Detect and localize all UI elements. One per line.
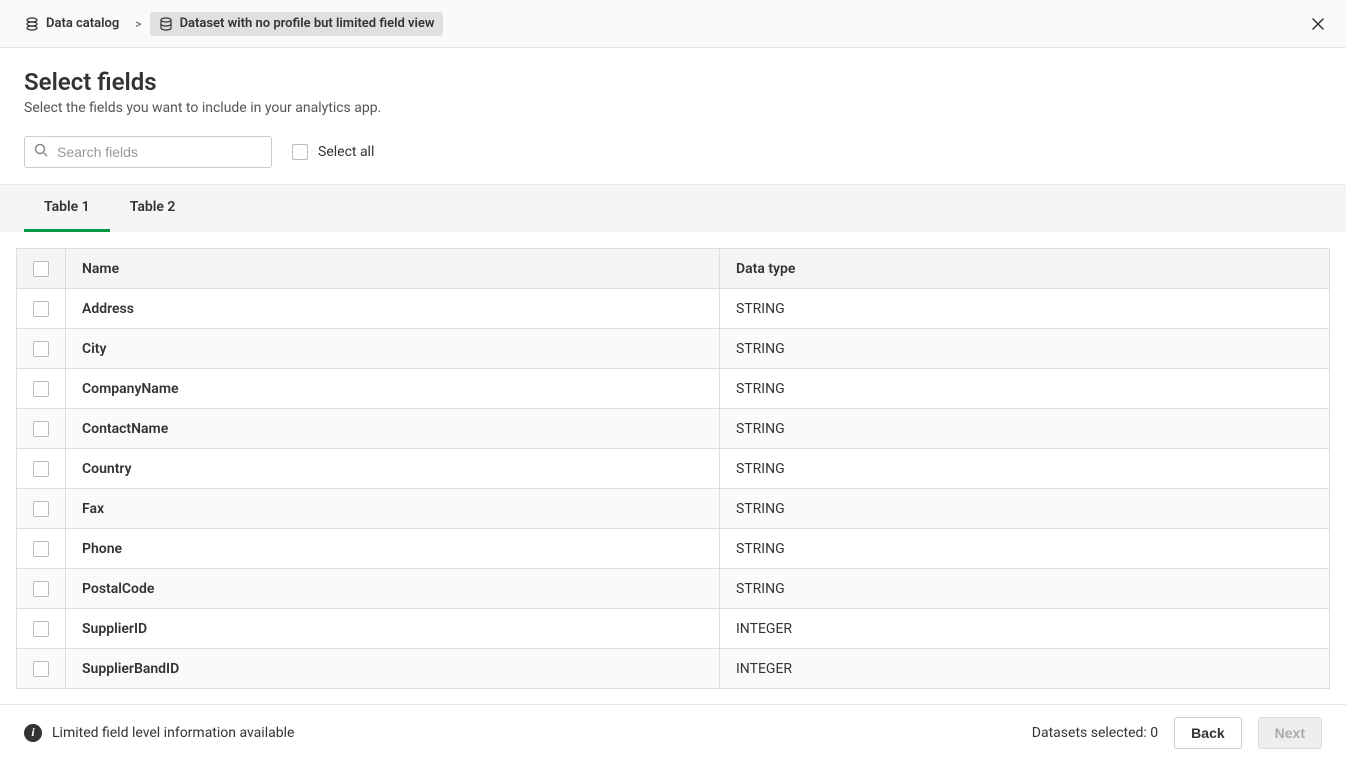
search-icon	[33, 142, 49, 162]
next-button: Next	[1258, 717, 1322, 749]
field-name: SupplierBandID	[66, 649, 720, 689]
info-message: i Limited field level information availa…	[24, 724, 294, 742]
search-input-container[interactable]	[24, 136, 272, 168]
database-icon	[158, 16, 174, 32]
breadcrumb-current[interactable]: Dataset with no profile but limited fiel…	[150, 12, 443, 36]
row-checkbox-cell	[17, 529, 66, 569]
field-datatype: STRING	[720, 449, 1330, 489]
row-checkbox-cell	[17, 489, 66, 529]
back-button[interactable]: Back	[1174, 717, 1241, 749]
field-name: City	[66, 329, 720, 369]
tab-table-2[interactable]: Table 2	[110, 185, 196, 232]
header-checkbox[interactable]	[33, 261, 49, 277]
table-row: AddressSTRING	[17, 289, 1330, 329]
field-datatype: INTEGER	[720, 609, 1330, 649]
table-row: CitySTRING	[17, 329, 1330, 369]
select-all-control[interactable]: Select all	[292, 144, 374, 160]
header-checkbox-cell	[17, 249, 66, 289]
row-checkbox[interactable]	[33, 661, 49, 677]
field-name: Phone	[66, 529, 720, 569]
field-name: Country	[66, 449, 720, 489]
row-checkbox-cell	[17, 449, 66, 489]
row-checkbox-cell	[17, 649, 66, 689]
field-name: Fax	[66, 489, 720, 529]
footer-bar: i Limited field level information availa…	[0, 704, 1346, 760]
breadcrumb-root[interactable]: Data catalog	[16, 12, 127, 36]
table-row: PostalCodeSTRING	[17, 569, 1330, 609]
close-button[interactable]	[1306, 12, 1330, 36]
field-datatype: INTEGER	[720, 649, 1330, 689]
table-row: FaxSTRING	[17, 489, 1330, 529]
row-checkbox[interactable]	[33, 621, 49, 637]
row-checkbox[interactable]	[33, 461, 49, 477]
datasets-selected-count: 0	[1150, 725, 1158, 741]
page-title: Select fields	[24, 68, 1322, 96]
field-name: ContactName	[66, 409, 720, 449]
field-datatype: STRING	[720, 289, 1330, 329]
field-name: CompanyName	[66, 369, 720, 409]
column-header-name[interactable]: Name	[66, 249, 720, 289]
field-name: Address	[66, 289, 720, 329]
field-datatype: STRING	[720, 369, 1330, 409]
row-checkbox[interactable]	[33, 421, 49, 437]
row-checkbox-cell	[17, 369, 66, 409]
breadcrumb: Data catalog > Dataset with no profile b…	[0, 0, 1346, 48]
info-icon: i	[24, 724, 42, 742]
field-name: PostalCode	[66, 569, 720, 609]
table-row: PhoneSTRING	[17, 529, 1330, 569]
tab-table-1[interactable]: Table 1	[24, 185, 110, 232]
datasets-selected-label: Datasets selected:	[1032, 725, 1151, 741]
column-header-datatype[interactable]: Data type	[720, 249, 1330, 289]
row-checkbox[interactable]	[33, 581, 49, 597]
field-datatype: STRING	[720, 569, 1330, 609]
select-all-label: Select all	[318, 144, 374, 160]
table-row: CompanyNameSTRING	[17, 369, 1330, 409]
row-checkbox-cell	[17, 609, 66, 649]
breadcrumb-current-label: Dataset with no profile but limited fiel…	[180, 16, 435, 31]
catalog-icon	[24, 16, 40, 32]
breadcrumb-root-label: Data catalog	[46, 16, 119, 31]
field-datatype: STRING	[720, 409, 1330, 449]
row-checkbox-cell	[17, 329, 66, 369]
tabs-bar: Table 1Table 2	[0, 184, 1346, 232]
field-name: SupplierID	[66, 609, 720, 649]
row-checkbox[interactable]	[33, 501, 49, 517]
fields-table: Name Data type AddressSTRINGCitySTRINGCo…	[16, 248, 1330, 689]
breadcrumb-separator: >	[135, 17, 141, 31]
row-checkbox[interactable]	[33, 541, 49, 557]
row-checkbox[interactable]	[33, 341, 49, 357]
select-all-checkbox[interactable]	[292, 144, 308, 160]
field-datatype: STRING	[720, 329, 1330, 369]
table-row: SupplierBandIDINTEGER	[17, 649, 1330, 689]
search-input[interactable]	[55, 143, 263, 161]
row-checkbox-cell	[17, 409, 66, 449]
row-checkbox[interactable]	[33, 301, 49, 317]
table-row: SupplierIDINTEGER	[17, 609, 1330, 649]
datasets-selected: Datasets selected: 0	[1032, 725, 1158, 741]
table-row: ContactNameSTRING	[17, 409, 1330, 449]
table-row: CountrySTRING	[17, 449, 1330, 489]
field-datatype: STRING	[720, 529, 1330, 569]
field-datatype: STRING	[720, 489, 1330, 529]
info-message-text: Limited field level information availabl…	[52, 725, 294, 741]
page-subtitle: Select the fields you want to include in…	[24, 100, 1322, 116]
row-checkbox[interactable]	[33, 381, 49, 397]
row-checkbox-cell	[17, 289, 66, 329]
row-checkbox-cell	[17, 569, 66, 609]
